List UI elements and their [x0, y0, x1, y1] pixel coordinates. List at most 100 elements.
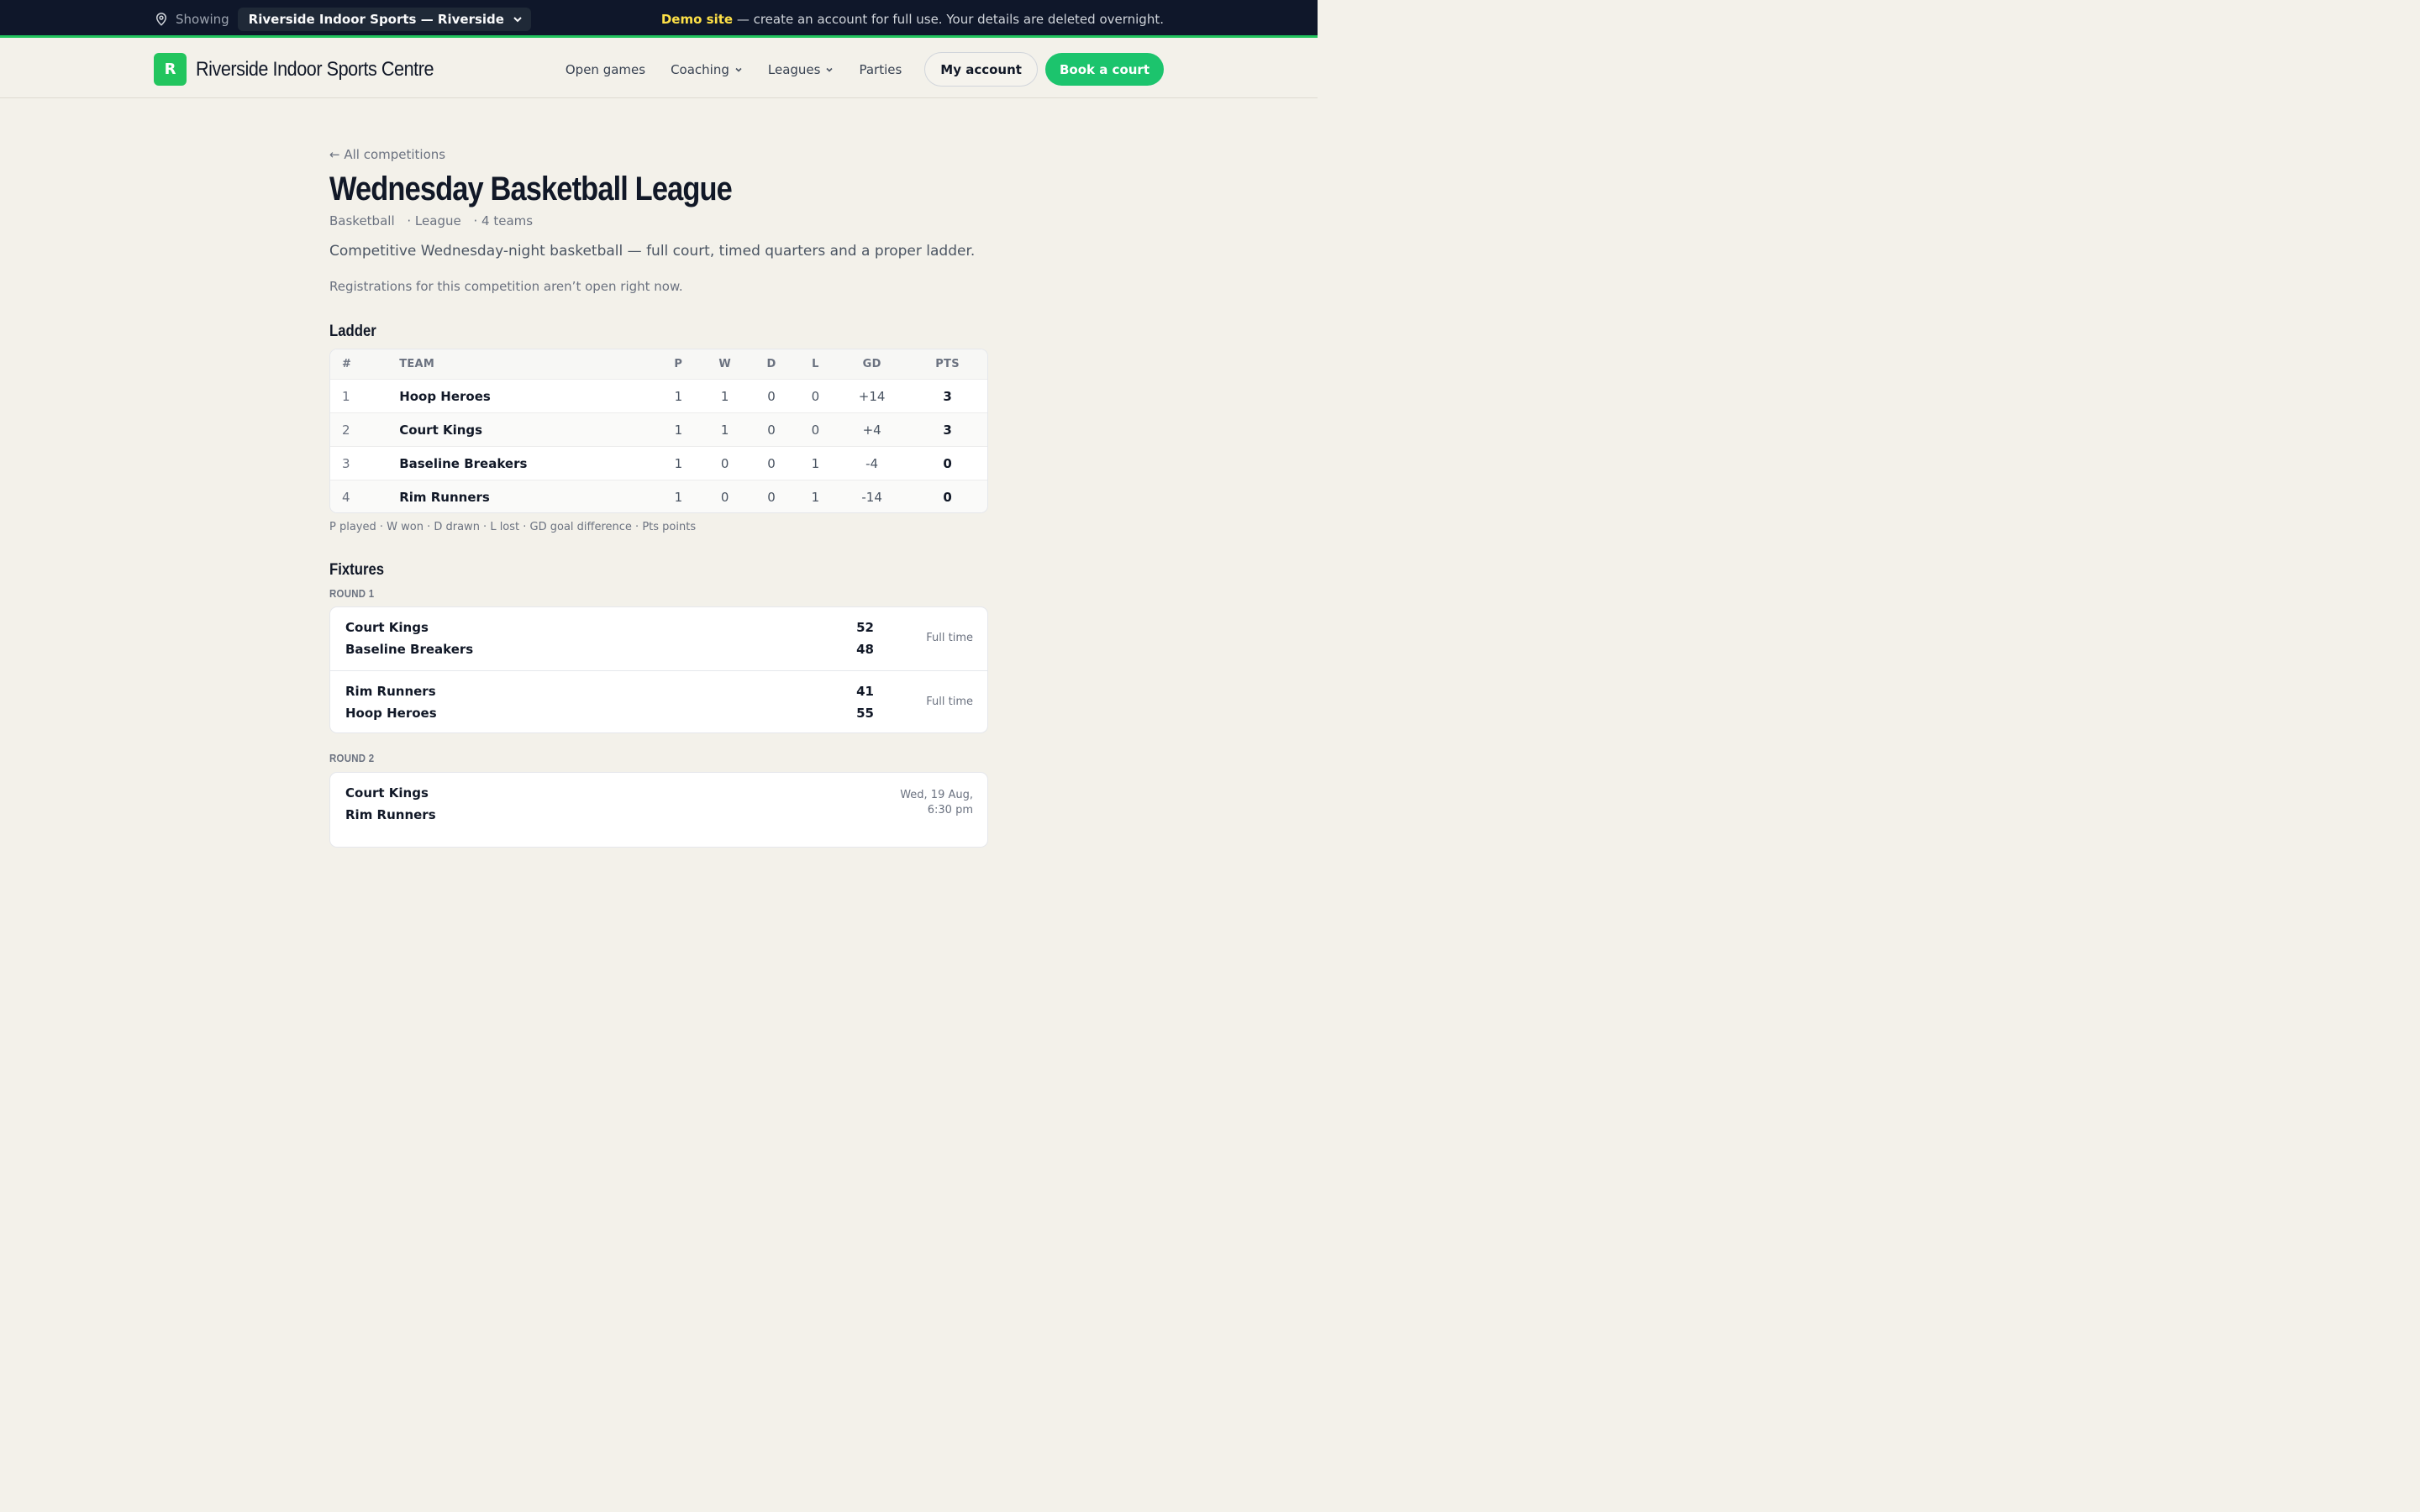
row-pos: 4 — [342, 489, 350, 505]
row-lost: 1 — [811, 455, 820, 471]
demo-site-label: Demo site — [660, 11, 734, 27]
demo-banner: Showing Riverside Indoor Sports — Rivers… — [0, 0, 1318, 38]
row-won: 1 — [720, 422, 729, 438]
site-header: R Riverside Indoor Sports Centre Open ga… — [0, 40, 1318, 98]
nav-parties[interactable]: Parties — [859, 62, 902, 77]
fixture-away-team: Baseline Breakers — [345, 642, 474, 657]
fixture-status: Full time — [926, 632, 973, 644]
chevron-down-icon — [826, 67, 834, 72]
back-to-competitions-link[interactable]: ← All competitions — [329, 147, 445, 162]
main-nav: Open games Coaching Leagues Parties My a… — [566, 52, 1164, 87]
fixture-date: Wed, 19 Aug, — [900, 789, 973, 801]
row-gd: +14 — [858, 388, 886, 404]
nav-leagues-label: Leagues — [767, 61, 821, 77]
meta-sport: Basketball — [329, 213, 395, 228]
map-pin-icon — [155, 12, 167, 26]
row-drawn: 0 — [767, 388, 776, 404]
fixture-home-team: Court Kings — [345, 620, 429, 635]
chevron-down-icon — [735, 67, 742, 72]
table-row: 2 Court Kings 1 1 0 0 +4 3 — [330, 412, 987, 446]
row-played: 1 — [674, 455, 683, 471]
fixture-match: Rim Runners 41 Hoop Heroes 55 Full time — [330, 670, 987, 732]
fixtures-heading: Fixtures — [329, 561, 385, 579]
round-label: ROUND 2 — [329, 752, 375, 764]
row-lost: 0 — [811, 388, 820, 404]
showing-label: Showing — [176, 11, 229, 27]
fixture-status: Full time — [926, 696, 973, 708]
demo-notice: Demo site — create an account for full u… — [661, 12, 1164, 27]
fixtures-round-1: Court Kings 52 Baseline Breakers 48 Full… — [329, 606, 988, 733]
table-row: 1 Hoop Heroes 1 1 0 0 +14 3 — [330, 379, 987, 412]
col-gd: GD — [862, 358, 881, 370]
row-pos: 3 — [342, 455, 350, 471]
row-won: 0 — [720, 489, 729, 505]
fixture-time: 6:30 pm — [927, 804, 973, 816]
fixture-home-team: Court Kings — [345, 785, 429, 801]
round-label: ROUND 1 — [329, 587, 375, 600]
col-drawn: D — [766, 358, 776, 370]
col-won: W — [718, 358, 731, 370]
row-pts: 0 — [943, 455, 952, 471]
row-pts: 3 — [943, 388, 952, 404]
logo-letter: R — [164, 60, 176, 78]
fixture-away-score: 48 — [856, 642, 874, 657]
row-drawn: 0 — [767, 455, 776, 471]
nav-coaching-label: Coaching — [671, 61, 729, 77]
brand-name[interactable]: Riverside Indoor Sports Centre — [196, 58, 434, 81]
fixtures-round-2: Court Kings Rim Runners Wed, 19 Aug, 6:3… — [329, 772, 988, 848]
row-team: Baseline Breakers — [399, 455, 528, 471]
ladder-heading: Ladder — [329, 323, 376, 340]
col-pts: PTS — [935, 358, 960, 370]
competition-meta: Basketball · League · 4 teams — [329, 213, 541, 228]
registration-note: Registrations for this competition aren’… — [329, 279, 683, 294]
row-won: 0 — [720, 455, 729, 471]
ladder-legend: P played · W won · D drawn · L lost · GD… — [329, 521, 697, 533]
site-select[interactable]: Riverside Indoor Sports — Riverside — [237, 7, 531, 31]
row-team: Court Kings — [399, 422, 483, 438]
row-pos: 1 — [342, 388, 350, 404]
ladder-table: # TEAM P W D L GD PTS 1 Hoop Heroes 1 1 … — [329, 349, 988, 513]
nav-coaching[interactable]: Coaching — [671, 62, 743, 77]
col-played: P — [674, 358, 683, 370]
site-switcher: Showing Riverside Indoor Sports — Rivers… — [154, 7, 531, 31]
row-played: 1 — [674, 422, 683, 438]
nav-parties-label: Parties — [859, 61, 902, 77]
row-lost: 0 — [811, 422, 820, 438]
fixture-home-team: Rim Runners — [345, 684, 436, 699]
col-team: TEAM — [399, 358, 435, 370]
row-played: 1 — [674, 388, 683, 404]
my-account-button[interactable]: My account — [924, 52, 1038, 87]
row-pts: 0 — [943, 489, 952, 505]
col-lost: L — [812, 358, 819, 370]
fixture-away-score: 55 — [856, 706, 874, 721]
fixture-home-score: 41 — [856, 684, 874, 699]
nav-open-games-label: Open games — [565, 61, 646, 77]
row-gd: -4 — [865, 455, 879, 471]
book-court-button[interactable]: Book a court — [1044, 53, 1164, 86]
col-pos: # — [342, 358, 352, 370]
row-gd: +4 — [862, 422, 881, 438]
row-drawn: 0 — [767, 489, 776, 505]
chevron-down-icon — [513, 16, 522, 22]
meta-format: · League — [407, 213, 461, 228]
table-row: 4 Rim Runners 1 0 0 1 -14 0 — [330, 480, 987, 512]
meta-teams: · 4 teams — [473, 213, 534, 228]
site-select-value: Riverside Indoor Sports — Riverside — [248, 11, 504, 27]
nav-open-games[interactable]: Open games — [566, 62, 645, 77]
row-pos: 2 — [342, 422, 350, 438]
fixture-match: Court Kings Rim Runners Wed, 19 Aug, 6:3… — [330, 773, 987, 836]
table-row: 3 Baseline Breakers 1 0 0 1 -4 0 — [330, 446, 987, 480]
row-drawn: 0 — [767, 422, 776, 438]
page-title: Wednesday Basketball League — [329, 171, 733, 207]
nav-leagues[interactable]: Leagues — [768, 62, 834, 77]
row-lost: 1 — [811, 489, 820, 505]
ladder-header-row: # TEAM P W D L GD PTS — [330, 349, 987, 379]
demo-notice-text: — create an account for full use. Your d… — [733, 11, 1164, 27]
competition-description: Competitive Wednesday-night basketball —… — [329, 243, 976, 260]
row-team: Rim Runners — [399, 489, 490, 505]
logo[interactable]: R — [154, 53, 187, 86]
fixture-away-team: Hoop Heroes — [345, 706, 437, 721]
row-pts: 3 — [943, 422, 952, 438]
row-played: 1 — [674, 489, 683, 505]
fixture-away-team: Rim Runners — [345, 807, 436, 822]
